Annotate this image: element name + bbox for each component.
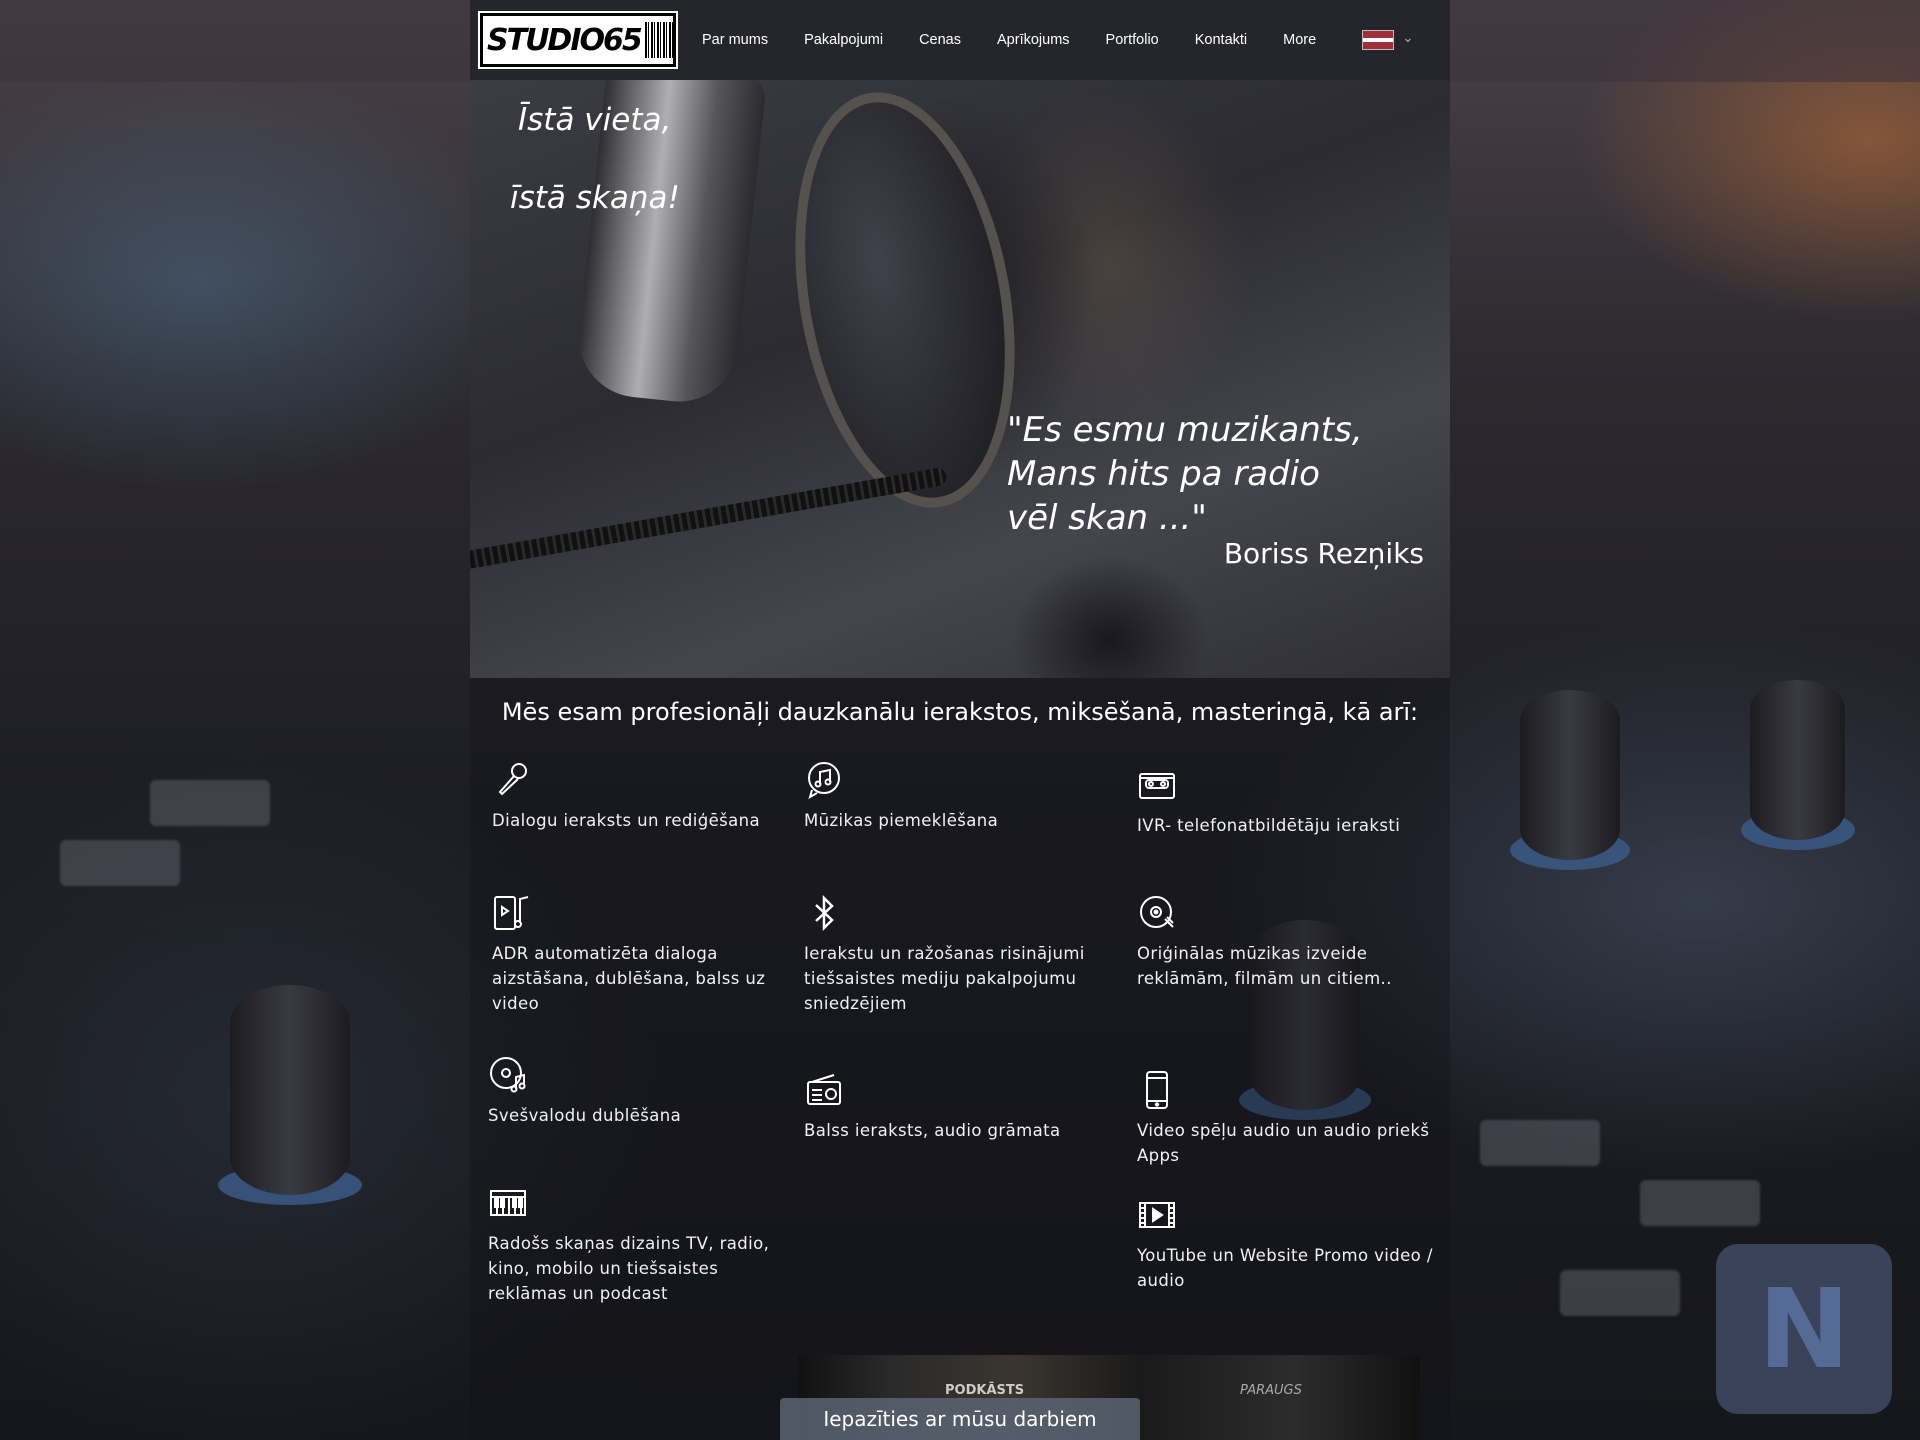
- latvia-flag-icon[interactable]: [1362, 30, 1394, 50]
- service-label: Balss ieraksts, audio grāmata: [804, 1121, 1061, 1140]
- quote-line: vēl skan ...": [1007, 498, 1207, 538]
- service-item: Balss ieraksts, audio grāmata: [804, 1070, 1104, 1143]
- service-label: YouTube un Website Promo video / audio: [1137, 1246, 1433, 1290]
- nav-item-portfolio[interactable]: Portfolio: [1106, 32, 1159, 48]
- service-item: YouTube un Website Promo video / audio: [1137, 1195, 1437, 1293]
- mixer-knob: [218, 985, 362, 1205]
- service-item: Ierakstu un ražošanas risinājumi tiešsai…: [804, 893, 1104, 1016]
- service-item: ADR automatizēta dialoga aizstāšana, dub…: [492, 893, 792, 1016]
- nav-item-more[interactable]: More: [1283, 32, 1316, 48]
- service-item: IVR- telefonatbildētāju ieraksti: [1137, 765, 1437, 838]
- bluetooth-icon: [804, 893, 844, 933]
- quote-author: Boriss Rezņiks: [1223, 537, 1424, 570]
- main-menu: Par mums Pakalpojumi Cenas Aprīkojums Po…: [702, 0, 1352, 80]
- phone-music-icon: [492, 893, 532, 933]
- page-column: STUDIO65 Par mums Pakalpojumi Cenas Aprī…: [470, 0, 1450, 1440]
- film-play-icon: [1137, 1195, 1177, 1235]
- nav-item-pakalpojumi[interactable]: Pakalpojumi: [804, 32, 883, 48]
- nav-item-cenas[interactable]: Cenas: [919, 32, 961, 48]
- hero-banner: Īstā vieta, īstā skaņa! "Es esmu muzikan…: [470, 80, 1450, 678]
- service-label: Video spēļu audio un audio priekš Apps: [1137, 1121, 1430, 1165]
- service-label: Ierakstu un ražošanas risinājumi tiešsai…: [804, 944, 1085, 1013]
- hero-quote: "Es esmu muzikants, Mans hits pa radio v…: [1007, 408, 1407, 540]
- nav-item-par-mums[interactable]: Par mums: [702, 32, 768, 48]
- logo-barcode-icon: [644, 22, 673, 58]
- vinyl-icon: [1137, 893, 1177, 933]
- nav-item-kontakti[interactable]: Kontakti: [1195, 32, 1247, 48]
- video-label-podcast: PODKĀSTS: [945, 1383, 1025, 1398]
- service-label: Svešvalodu dublēšana: [488, 1106, 682, 1125]
- music-note-icon: [804, 760, 844, 800]
- top-navigation: STUDIO65 Par mums Pakalpojumi Cenas Aprī…: [470, 0, 1450, 80]
- hero-tagline-line1: Īstā vieta,: [518, 102, 672, 138]
- chat-widget-icon[interactable]: N: [1716, 1244, 1892, 1414]
- mixer-button: [150, 780, 270, 826]
- mixer-knob: [1510, 690, 1630, 870]
- services-intro: Mēs esam profesionāļi dauzkanālu ierakst…: [501, 698, 1419, 726]
- mixer-button: [1560, 1270, 1680, 1316]
- gooseneck-image: [470, 466, 948, 572]
- mixer-button: [1640, 1180, 1760, 1226]
- nav-item-aprikojums[interactable]: Aprīkojums: [997, 32, 1070, 48]
- quote-line: Mans hits pa radio: [1007, 454, 1320, 494]
- radio-icon: [804, 1070, 844, 1110]
- service-label: Dialogu ieraksts un rediģēšana: [492, 811, 761, 830]
- piano-keys-icon: [488, 1183, 528, 1223]
- quote-line: "Es esmu muzikants,: [1007, 410, 1363, 450]
- video-label-sample: PARAUGS: [1240, 1383, 1302, 1398]
- service-item: Radošs skaņas dizains TV, radio, kino, m…: [488, 1183, 788, 1306]
- service-label: ADR automatizēta dialoga aizstāšana, dub…: [492, 944, 766, 1013]
- mixer-button: [1480, 1120, 1600, 1166]
- service-label: Mūzikas piemeklēšana: [804, 811, 999, 830]
- view-works-button[interactable]: Iepazīties ar mūsu darbiem: [780, 1398, 1140, 1440]
- service-item: Svešvalodu dublēšana: [488, 1055, 788, 1128]
- logo-wordmark: STUDIO65: [487, 22, 643, 58]
- smartphone-icon: [1137, 1070, 1177, 1110]
- pop-filter-image: [765, 80, 1045, 526]
- service-label: Oriģinālas mūzikas izveide reklāmām, fil…: [1137, 944, 1392, 988]
- service-item: Video spēļu audio un audio priekš Apps: [1137, 1070, 1437, 1168]
- microphone-icon: [492, 760, 532, 800]
- cassette-icon: [1137, 765, 1177, 805]
- service-item: Mūzikas piemeklēšana: [804, 760, 1104, 833]
- hero-tagline-line2: īstā skaņa!: [510, 180, 680, 216]
- site-logo[interactable]: STUDIO65: [478, 11, 678, 69]
- service-item: Oriģinālas mūzikas izveide reklāmām, fil…: [1137, 893, 1437, 991]
- disc-music-icon: [488, 1055, 528, 1095]
- service-label: IVR- telefonatbildētāju ieraksti: [1137, 816, 1401, 835]
- service-item: Dialogu ieraksts un rediģēšana: [492, 760, 792, 833]
- service-label: Radošs skaņas dizains TV, radio, kino, m…: [488, 1234, 770, 1303]
- chevron-down-icon[interactable]: ⌄: [1402, 30, 1414, 46]
- mixer-knob: [1740, 680, 1855, 850]
- mixer-button: [60, 840, 180, 886]
